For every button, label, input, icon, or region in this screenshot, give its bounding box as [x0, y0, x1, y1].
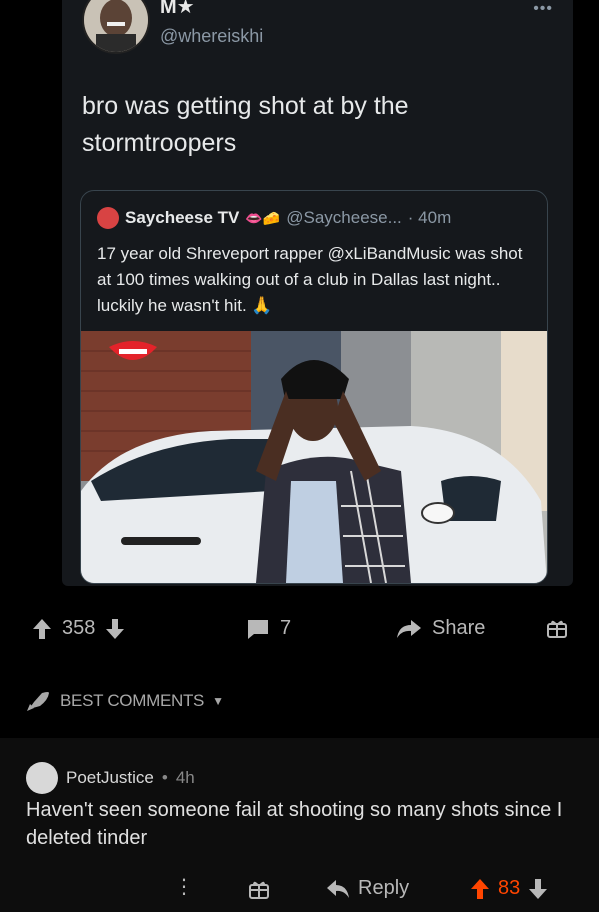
tweet-text: bro was getting shot at by the stormtroo… — [82, 92, 409, 157]
gift-icon — [249, 881, 269, 899]
more-horizontal-icon[interactable]: ••• — [533, 0, 553, 18]
upvote-icon[interactable] — [32, 618, 52, 640]
vote-group: 358 — [32, 617, 125, 640]
comment-count: 7 — [280, 617, 292, 639]
comment-vote-group: 83 — [470, 877, 548, 900]
post-action-bar: 358 7 Share — [0, 600, 599, 666]
comment-sort-selector[interactable]: BEST COMMENTS ▼ — [26, 690, 224, 712]
author-handle[interactable]: @whereiskhi — [160, 26, 263, 47]
comment-meta-separator: • — [161, 768, 168, 787]
comment: PoetJustice • 4h Haven't seen someone fa… — [0, 738, 599, 912]
comment-author[interactable]: PoetJustice — [66, 768, 154, 788]
quoted-author-name: Saycheese TV — [125, 208, 240, 227]
share-button[interactable]: Share — [396, 617, 485, 640]
comment-sort-label: BEST COMMENTS — [60, 691, 205, 710]
award-button[interactable] — [546, 617, 568, 639]
quoted-author-emojis: 👄🧀 — [245, 209, 281, 226]
reply-button[interactable]: Reply — [326, 877, 409, 900]
comment-bubble-icon — [248, 619, 268, 639]
author-avatar[interactable] — [82, 0, 150, 54]
commenter-avatar[interactable] — [26, 762, 58, 794]
upvote-icon[interactable] — [470, 878, 490, 900]
downvote-icon[interactable] — [528, 878, 548, 900]
gift-icon — [547, 620, 567, 638]
reply-label: Reply — [358, 877, 410, 899]
comment-action-bar: ⋮ Reply 83 — [0, 874, 599, 908]
comment-score: 83 — [498, 877, 521, 899]
quoted-tweet-photo[interactable] — [81, 331, 547, 583]
quoted-author-avatar — [97, 207, 119, 229]
reply-arrow-icon — [327, 879, 349, 898]
author-name[interactable]: M★ — [160, 0, 195, 19]
tweet-card: M★ @whereiskhi ••• bro was getting shot … — [62, 0, 573, 586]
share-arrow-icon — [397, 619, 421, 638]
comment-text: Haven't seen someone fail at shooting so… — [26, 799, 563, 849]
quoted-tweet-text: 17 year old Shreveport rapper @xLiBandMu… — [97, 244, 523, 315]
quoted-author-handle: @Saycheese... — [286, 208, 402, 227]
comment-award-button[interactable] — [248, 878, 270, 900]
rocket-icon — [27, 692, 49, 711]
share-label: Share — [432, 617, 486, 639]
chevron-down-icon: ▼ — [212, 694, 224, 708]
avatar-image — [84, 0, 148, 52]
comment-header: PoetJustice • 4h — [26, 762, 195, 794]
downvote-icon[interactable] — [105, 618, 125, 640]
quoted-tweet-header: Saycheese TV 👄🧀 @Saycheese... · 40m — [97, 205, 451, 231]
quoted-tweet-time: · 40m — [407, 208, 452, 227]
upvote-count: 358 — [62, 617, 96, 639]
quoted-tweet[interactable]: Saycheese TV 👄🧀 @Saycheese... · 40m 17 y… — [80, 190, 548, 584]
comment-time: 4h — [175, 768, 195, 787]
comment-more-icon[interactable]: ⋮ — [174, 874, 194, 899]
comments-button[interactable]: 7 — [246, 617, 291, 640]
